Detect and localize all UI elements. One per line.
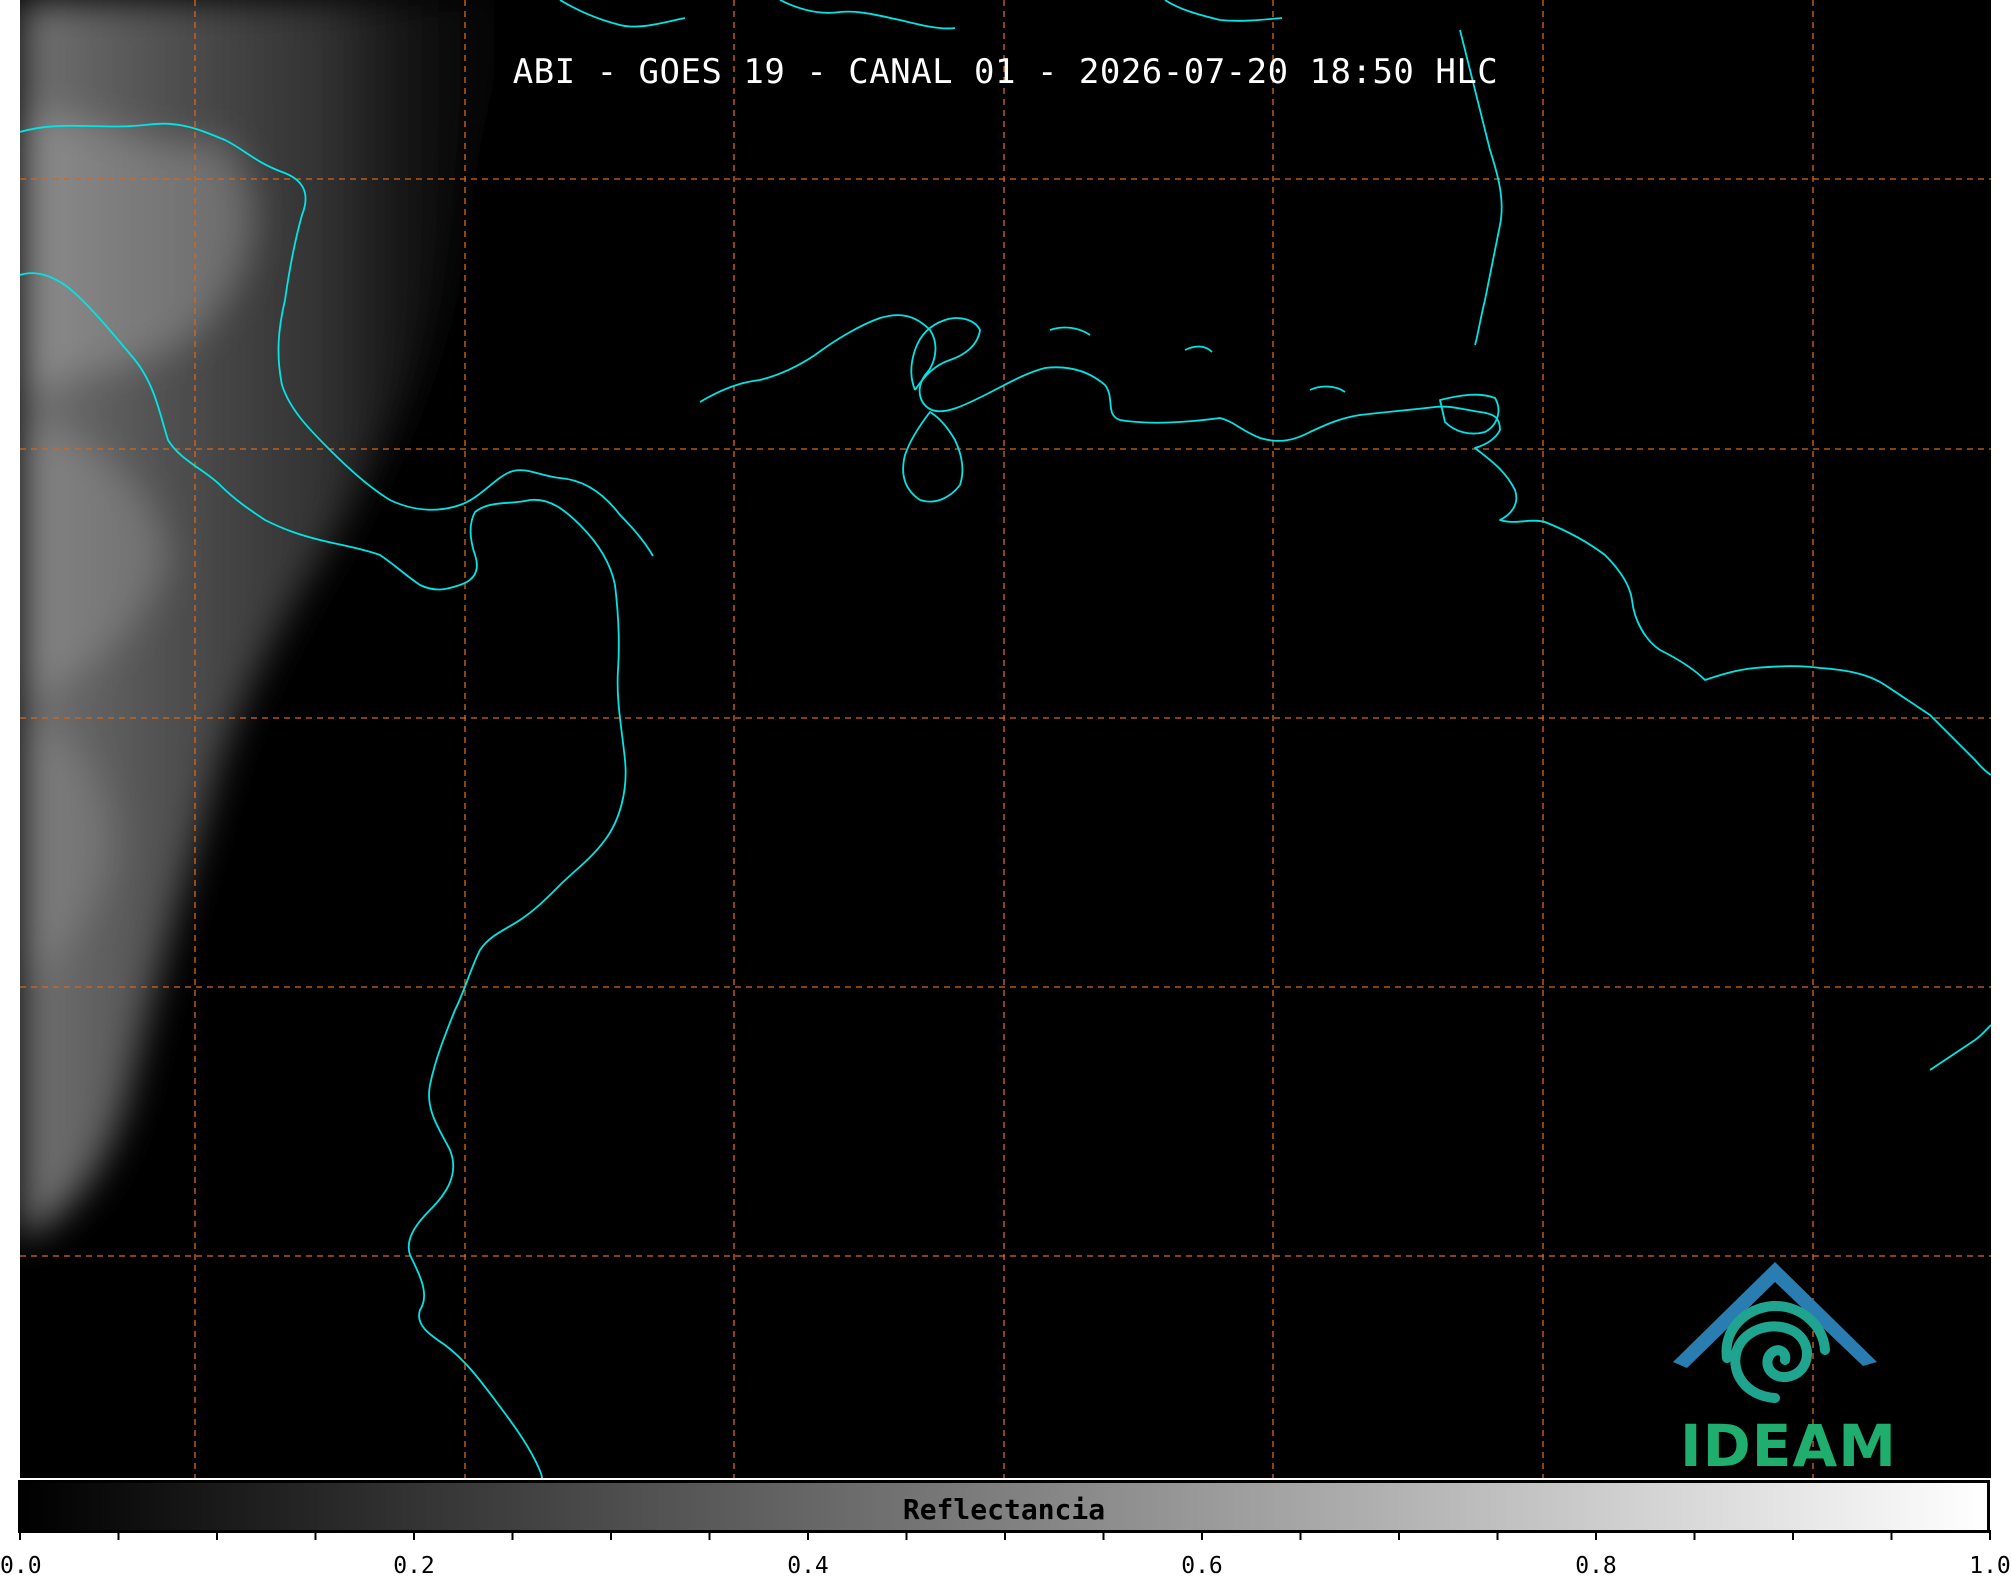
coastline-maracaibo bbox=[902, 411, 964, 503]
colorbar-axis bbox=[19, 1530, 1991, 1540]
logo-text: IDEAM bbox=[1680, 1412, 1897, 1478]
ideam-logo-emblem bbox=[1673, 1262, 1877, 1403]
colorbar-tick-label: 1.0 bbox=[1969, 1553, 2011, 1579]
coastline-antilles-3 bbox=[1164, 0, 1283, 22]
coastline-caribbean-islands bbox=[1049, 326, 1346, 393]
colorbar-tick-label: 0.8 bbox=[1575, 1553, 1617, 1579]
colorbar-tick-label: 0.0 bbox=[0, 1553, 42, 1579]
colorbar-label: Reflectancia bbox=[902, 1493, 1106, 1526]
map-title: ABI - GOES 19 - CANAL 01 - 2026-07-20 18… bbox=[512, 52, 1499, 92]
satellite-map-panel: ABI - GOES 19 - CANAL 01 - 2026-07-20 18… bbox=[20, 0, 1991, 1478]
colorbar-tick-label: 0.2 bbox=[393, 1553, 435, 1579]
colorbar: Reflectancia bbox=[18, 1480, 1990, 1533]
coastline-colombia-venezuela bbox=[699, 314, 1991, 776]
coastline-antilles-1 bbox=[559, 0, 686, 28]
coastline-brazil-fragment bbox=[1929, 1024, 1991, 1071]
colorbar-tick-label: 0.6 bbox=[1181, 1553, 1223, 1579]
colorbar-tick-label: 0.4 bbox=[787, 1553, 829, 1579]
logo-swirl bbox=[1721, 1301, 1830, 1403]
cloud-cover-region bbox=[20, 0, 530, 1240]
coastline-antilles-2 bbox=[779, 0, 956, 30]
ideam-logo: IDEAM bbox=[1665, 1250, 1915, 1478]
